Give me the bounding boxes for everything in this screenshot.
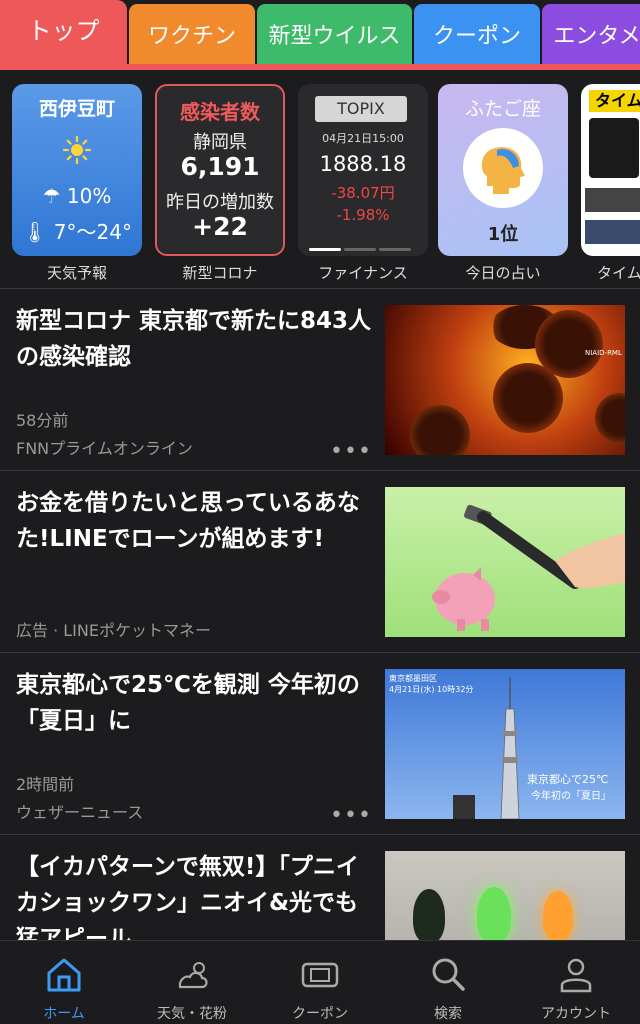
finance-pct: -1.98% [336, 206, 390, 224]
nav-label: 天気・花粉 [157, 1006, 227, 1022]
news-time: 2時間前 [16, 775, 75, 794]
nav-label: 検索 [434, 1006, 462, 1022]
covid-count: 6,191 [180, 152, 260, 181]
lure-orange [543, 891, 573, 941]
tab-vaccine[interactable]: ワクチン [129, 4, 255, 64]
ad-caption: タイム [597, 264, 640, 282]
covid-caption: 新型コロナ [182, 264, 258, 282]
info-cards: 西伊豆町 ☂ 10% 🌡 7°〜24° 天気予報 感染者数 静岡県 6,191 … [0, 84, 640, 284]
news-item[interactable]: 東京都心で25℃を観測 今年初の「夏日」に 2時間前 ウェザーニュース ••• … [0, 652, 640, 834]
weather-rain: ☂ 10% [42, 184, 112, 208]
nav-home[interactable]: ホーム [0, 941, 128, 1024]
nav-coupon[interactable]: クーポン [256, 941, 384, 1024]
nav-label: ホーム [43, 1006, 85, 1022]
virus-shape [493, 363, 563, 433]
news-source: ウェザーニュース [16, 803, 144, 822]
account-icon [560, 958, 592, 993]
nav-label: アカウント [541, 1006, 611, 1022]
tab-entame[interactable]: エンタメ [542, 4, 640, 64]
image-credit: NIAID-RML [585, 349, 622, 357]
fortune-caption: 今日の占い [465, 264, 541, 282]
finance-price: 1888.18 [319, 152, 407, 176]
news-title: お金を借りたいと思っているあなた!LINEでローンが組めます! [16, 490, 360, 552]
nav-search[interactable]: 検索 [384, 941, 512, 1024]
finance-date: 04月21日15:00 [322, 132, 404, 145]
lure-dark [413, 889, 445, 943]
news-item[interactable]: 新型コロナ 東京都で新たに843人の感染確認 58分前 FNNプライムオンライン… [0, 288, 640, 470]
news-title: 新型コロナ 東京都で新たに843人の感染確認 [16, 308, 372, 370]
home-icon [47, 958, 81, 992]
lure-green [477, 887, 511, 943]
news-time: 58分前 [16, 411, 69, 430]
fortune-rank: 1位 [487, 224, 519, 245]
weather-place: 西伊豆町 [38, 98, 115, 120]
head-icon [481, 147, 525, 194]
weather-icon [178, 962, 208, 989]
weather-caption: 天気予報 [46, 264, 107, 282]
nav-weather[interactable]: 天気・花粉 [128, 941, 256, 1024]
covid-title: 感染者数 [180, 100, 260, 124]
tab-new-virus[interactable]: 新型ウイルス [257, 4, 412, 64]
sun-icon [63, 136, 91, 164]
thumb-caption-sub: 今年初の「夏日」 [531, 791, 611, 802]
covid-card[interactable]: 感染者数 静岡県 6,191 昨日の増加数 +22 [155, 84, 285, 256]
weather-temp: 🌡 7°〜24° [22, 220, 132, 244]
news-title: 東京都心で25℃を観測 今年初の「夏日」に [16, 672, 360, 734]
bottom-nav: ホーム 天気・花粉 クーポン 検索 アカウント [0, 940, 640, 1024]
more-button[interactable]: ••• [330, 803, 372, 828]
covid-label: 昨日の増加数 [166, 192, 274, 213]
news-thumbnail: 東京都墨田区 4月21日(水) 10時32分 東京都心で25℃ 今年初の「夏日」 [385, 669, 625, 819]
news-source: FNNプライムオンライン [16, 439, 193, 458]
finance-change: -38.07円 [331, 184, 395, 202]
news-item-ad[interactable]: お金を借りたいと思っているあなた!LINEでローンが組めます! 広告 · LIN… [0, 470, 640, 652]
virus-shape [410, 405, 470, 455]
ad-logo: タイム [589, 90, 640, 112]
ad-product [589, 118, 639, 178]
more-button[interactable]: ••• [330, 439, 372, 464]
category-tabs: エンタメ クーポン 新型ウイルス ワクチン トップ [0, 0, 640, 70]
news-thumbnail [385, 487, 625, 637]
finance-caption: ファイナンス [318, 264, 408, 282]
covid-pref: 静岡県 [193, 132, 247, 153]
fortune-circle [463, 128, 543, 208]
ad-product-row [585, 220, 640, 244]
ad-card[interactable]: タイム [581, 84, 640, 256]
news-thumbnail: NIAID-RML [385, 305, 625, 455]
news-source: 広告 · LINEポケットマネー [16, 621, 211, 640]
coupon-icon [301, 962, 339, 988]
thumb-caption-main: 東京都心で25℃ [527, 773, 609, 786]
nav-label: クーポン [292, 1006, 348, 1022]
finance-pager [309, 236, 414, 255]
fortune-card[interactable]: ふたご座 1位 [438, 84, 568, 256]
finance-card[interactable]: TOPIX 04月21日15:00 1888.18 -38.07円 -1.98% [298, 84, 428, 256]
covid-increase: +22 [192, 212, 248, 241]
tab-top[interactable]: トップ [0, 0, 127, 70]
tab-coupon[interactable]: クーポン [414, 4, 540, 64]
nav-account[interactable]: アカウント [512, 941, 640, 1024]
piggy-hammer-illustration [432, 504, 625, 631]
ad-product-row [585, 188, 640, 212]
search-icon [432, 958, 465, 991]
news-list: 新型コロナ 東京都で新たに843人の感染確認 58分前 FNNプライムオンライン… [0, 288, 640, 1016]
fortune-sign: ふたご座 [464, 98, 541, 120]
virus-shape [595, 393, 625, 443]
weather-card[interactable]: 西伊豆町 ☂ 10% 🌡 7°〜24° [12, 84, 142, 256]
topix-badge: TOPIX [315, 96, 407, 122]
